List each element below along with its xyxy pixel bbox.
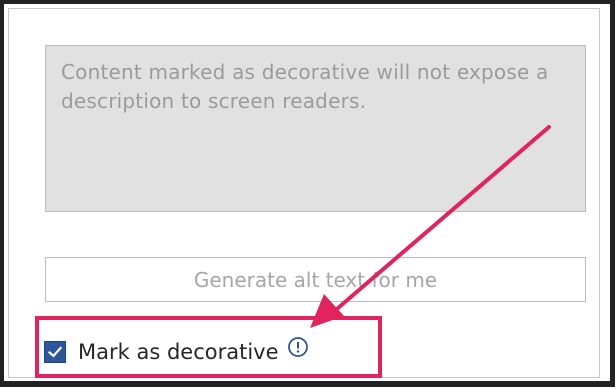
annotation-highlight-box [35, 316, 382, 378]
alt-text-description-textarea[interactable]: Content marked as decorative will not ex… [45, 45, 586, 212]
generate-alt-text-label: Generate alt text for me [193, 267, 438, 292]
description-placeholder: Content marked as decorative will not ex… [61, 60, 549, 113]
generate-alt-text-button[interactable]: Generate alt text for me [45, 257, 586, 302]
